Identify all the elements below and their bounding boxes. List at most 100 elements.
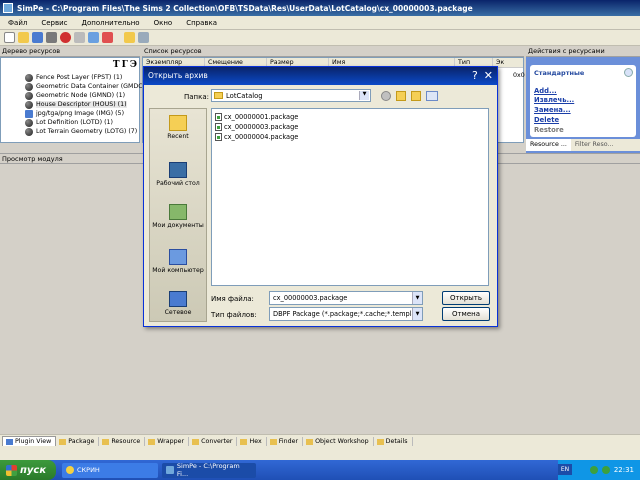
close-icon[interactable] (60, 32, 71, 43)
action-delete[interactable]: Delete (534, 116, 559, 124)
tray-icon[interactable] (589, 466, 598, 474)
tab-details[interactable]: Details (374, 437, 413, 446)
file-item[interactable]: cx_00000003.package (215, 122, 298, 131)
start-button[interactable]: пуск (0, 460, 56, 480)
tab-package[interactable]: Package (56, 437, 100, 446)
tree-item[interactable]: Lot Terrain Geometry (LOTG) (7) (25, 127, 137, 136)
tab-resource-bottom[interactable]: Resource (99, 437, 146, 446)
tree-item[interactable]: jpg/tga/png Image (IMG) (5) (25, 109, 124, 118)
close-icon[interactable]: ✕ (484, 69, 493, 82)
filetype-label: Тип файлов: (211, 311, 257, 319)
dialog-title-buttons: ? ✕ (472, 69, 493, 82)
simpe-app-icon (3, 3, 13, 13)
windows-flag-icon (6, 464, 17, 476)
hex-icon (240, 438, 248, 445)
tab-finder[interactable]: Finder (267, 437, 304, 446)
partial-cell: 0x0 (513, 72, 525, 79)
view-menu-icon[interactable] (426, 91, 438, 101)
tab-wrapper[interactable]: Wrapper (145, 437, 190, 446)
open-button[interactable]: Открыть (442, 291, 490, 305)
language-indicator[interactable]: EN (558, 464, 572, 475)
place-desktop[interactable]: Рабочий стол (150, 162, 206, 187)
bottom-tabs: Plugin View Package Resource Wrapper Con… (0, 434, 640, 446)
new-file-icon[interactable] (4, 32, 15, 43)
folder-combo[interactable]: LotCatalog ▼ (211, 89, 371, 102)
menu-help[interactable]: Справка (186, 19, 217, 27)
tree-sort-type[interactable]: T (113, 60, 120, 70)
tree-sort-group[interactable]: Г (122, 60, 128, 70)
up-folder-icon[interactable] (396, 91, 406, 101)
resource-icon (25, 91, 33, 100)
chevron-down-icon[interactable]: ▼ (412, 308, 422, 320)
package-icon (59, 438, 67, 445)
tools-icon[interactable] (74, 32, 85, 43)
folder-icon[interactable] (124, 32, 135, 43)
clock[interactable]: 22:31 (614, 466, 634, 474)
package-file-icon (215, 132, 222, 141)
tree-item[interactable]: Fence Post Layer (FPST) (1) (25, 73, 122, 82)
tree-item[interactable]: Lot Definition (LOTD) (1) (25, 118, 113, 127)
plugin-view-icon (6, 438, 13, 445)
plugin-icon[interactable] (88, 32, 99, 43)
save-as-icon[interactable] (46, 32, 57, 43)
place-network[interactable]: Сетевое (150, 291, 206, 316)
tree-sort-instance[interactable]: Э (130, 60, 137, 70)
new-folder-icon[interactable] (411, 91, 421, 101)
action-add[interactable]: Add... (534, 87, 557, 95)
task-simpe[interactable]: SimPe - C:\Program Fi... (162, 462, 256, 478)
filename-input[interactable]: cx_00000003.package (269, 291, 423, 305)
save-icon[interactable] (32, 32, 43, 43)
window-titlebar: SimPe - C:\Program Files\The Sims 2 Coll… (0, 0, 640, 16)
package-file-icon (215, 122, 222, 131)
dropdown-icon[interactable] (138, 32, 149, 43)
tab-filter[interactable]: Filter Reso... (571, 139, 618, 151)
main-toolbar (0, 30, 640, 46)
folder-value: LotCatalog (226, 91, 263, 100)
menu-service[interactable]: Сервис (41, 19, 67, 27)
package-file-icon (215, 112, 222, 121)
collapse-icon[interactable] (624, 68, 633, 77)
resource-tree[interactable]: T Г Э Fence Post Layer (FPST) (1) Geomet… (0, 57, 145, 143)
action-restore[interactable]: Restore (534, 126, 564, 134)
task-screen[interactable]: СКРИН (62, 462, 158, 478)
action-extract[interactable]: Извлечь... (534, 96, 574, 104)
my-computer-icon (169, 249, 187, 265)
tab-hex[interactable]: Hex (237, 437, 267, 446)
details-icon (376, 438, 384, 445)
filetype-select[interactable]: DBPF Package (*.package;*.cache;*.templa… (269, 307, 423, 321)
help-icon[interactable]: ? (472, 69, 478, 82)
tab-object-workshop[interactable]: Object Workshop (303, 437, 374, 446)
place-recent[interactable]: Recent (150, 115, 206, 140)
place-computer[interactable]: Мой компьютер (150, 249, 206, 274)
menu-extra[interactable]: Дополнительно (82, 19, 140, 27)
remove-icon[interactable] (102, 32, 113, 43)
network-icon (169, 291, 187, 307)
tree-item[interactable]: Geometric Node (GMND) (1) (25, 91, 125, 100)
open-folder-icon[interactable] (18, 32, 29, 43)
action-replace[interactable]: Замена... (534, 106, 571, 114)
tree-panel-header: Дерево ресурсов (0, 46, 140, 57)
tab-resource[interactable]: Resource ... (526, 139, 571, 151)
place-documents[interactable]: Мои документы (150, 204, 206, 229)
file-list[interactable]: cx_00000001.package cx_00000003.package … (211, 108, 489, 286)
wrapper-icon (148, 438, 156, 445)
desktop-icon (169, 162, 187, 178)
smiley-icon (66, 466, 74, 474)
file-item[interactable]: cx_00000004.package (215, 132, 298, 141)
converter-icon (192, 438, 200, 445)
chevron-down-icon[interactable]: ▼ (412, 292, 422, 304)
menu-file[interactable]: Файл (8, 19, 27, 27)
cancel-button[interactable]: Отмена (442, 307, 490, 321)
folder-icon (214, 92, 223, 99)
tree-item[interactable]: Geometric Data Container (GMDC) (25, 82, 145, 91)
list-panel-header: Список ресурсов (142, 46, 524, 57)
menu-window[interactable]: Окно (154, 19, 173, 27)
resource-tab-icon (102, 438, 110, 445)
back-icon[interactable] (381, 91, 391, 101)
tab-converter[interactable]: Converter (189, 437, 238, 446)
tree-item-selected[interactable]: House Descriptor (HOUS) (1) (25, 100, 127, 109)
tray-icon[interactable] (601, 466, 610, 474)
resource-icon (25, 127, 33, 136)
file-item[interactable]: cx_00000001.package (215, 112, 298, 121)
tab-plugin-view[interactable]: Plugin View (2, 436, 57, 446)
